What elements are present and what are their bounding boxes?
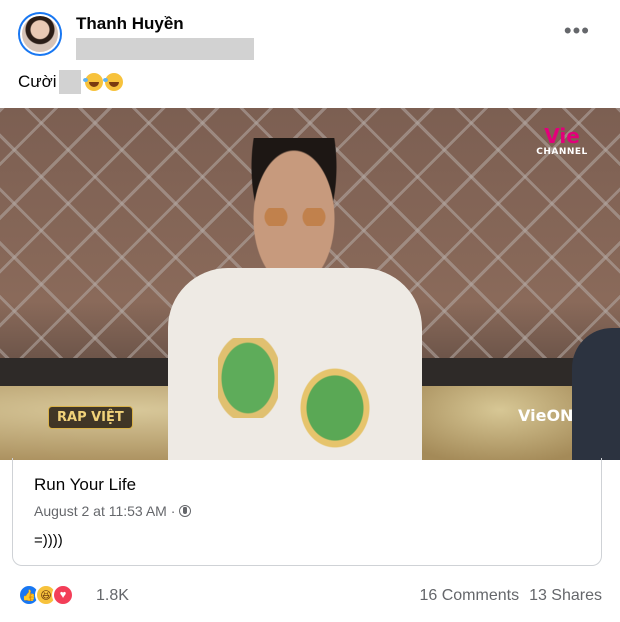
shares-count[interactable]: 13 Shares: [529, 587, 602, 605]
globe-icon: [179, 505, 192, 517]
rofl-emoji-icon: [102, 73, 123, 91]
redacted-word: [58, 70, 81, 94]
shared-post-text: =)))): [34, 532, 63, 549]
vieon-logo: VieON: [518, 406, 574, 425]
post-footer: 👍 😆 ♥ 1.8K 16 Comments 13 Shares: [18, 582, 602, 608]
comments-count[interactable]: 16 Comments: [419, 587, 519, 605]
shared-timestamp[interactable]: August 2 at 11:53 AM ·: [34, 503, 192, 519]
caption-text: Cười: [18, 72, 57, 91]
avatar[interactable]: [18, 12, 62, 56]
rap-viet-logo: RAP VIỆT: [48, 406, 133, 429]
shared-post-card[interactable]: Run Your Life August 2 at 11:53 AM · =))…: [12, 458, 602, 566]
vie-channel-logo: Vie CHANNEL: [536, 124, 588, 157]
rofl-emoji-icon: [82, 73, 103, 91]
redacted-subline: [76, 38, 254, 60]
love-icon: ♥: [52, 584, 74, 606]
post-caption: Cười: [18, 70, 123, 94]
more-options-icon[interactable]: •••: [564, 20, 590, 42]
reaction-icons[interactable]: 👍 😆 ♥: [18, 584, 74, 606]
author-name[interactable]: Thanh Huyền: [76, 14, 184, 34]
shared-page-name[interactable]: Run Your Life: [34, 475, 136, 495]
post-stats: 16 Comments 13 Shares: [419, 587, 602, 605]
video-player[interactable]: Vie CHANNEL RAP VIỆT VieON: [0, 108, 620, 460]
post-header: Thanh Huyền •••: [18, 12, 608, 62]
reaction-count[interactable]: 1.8K: [96, 587, 129, 605]
